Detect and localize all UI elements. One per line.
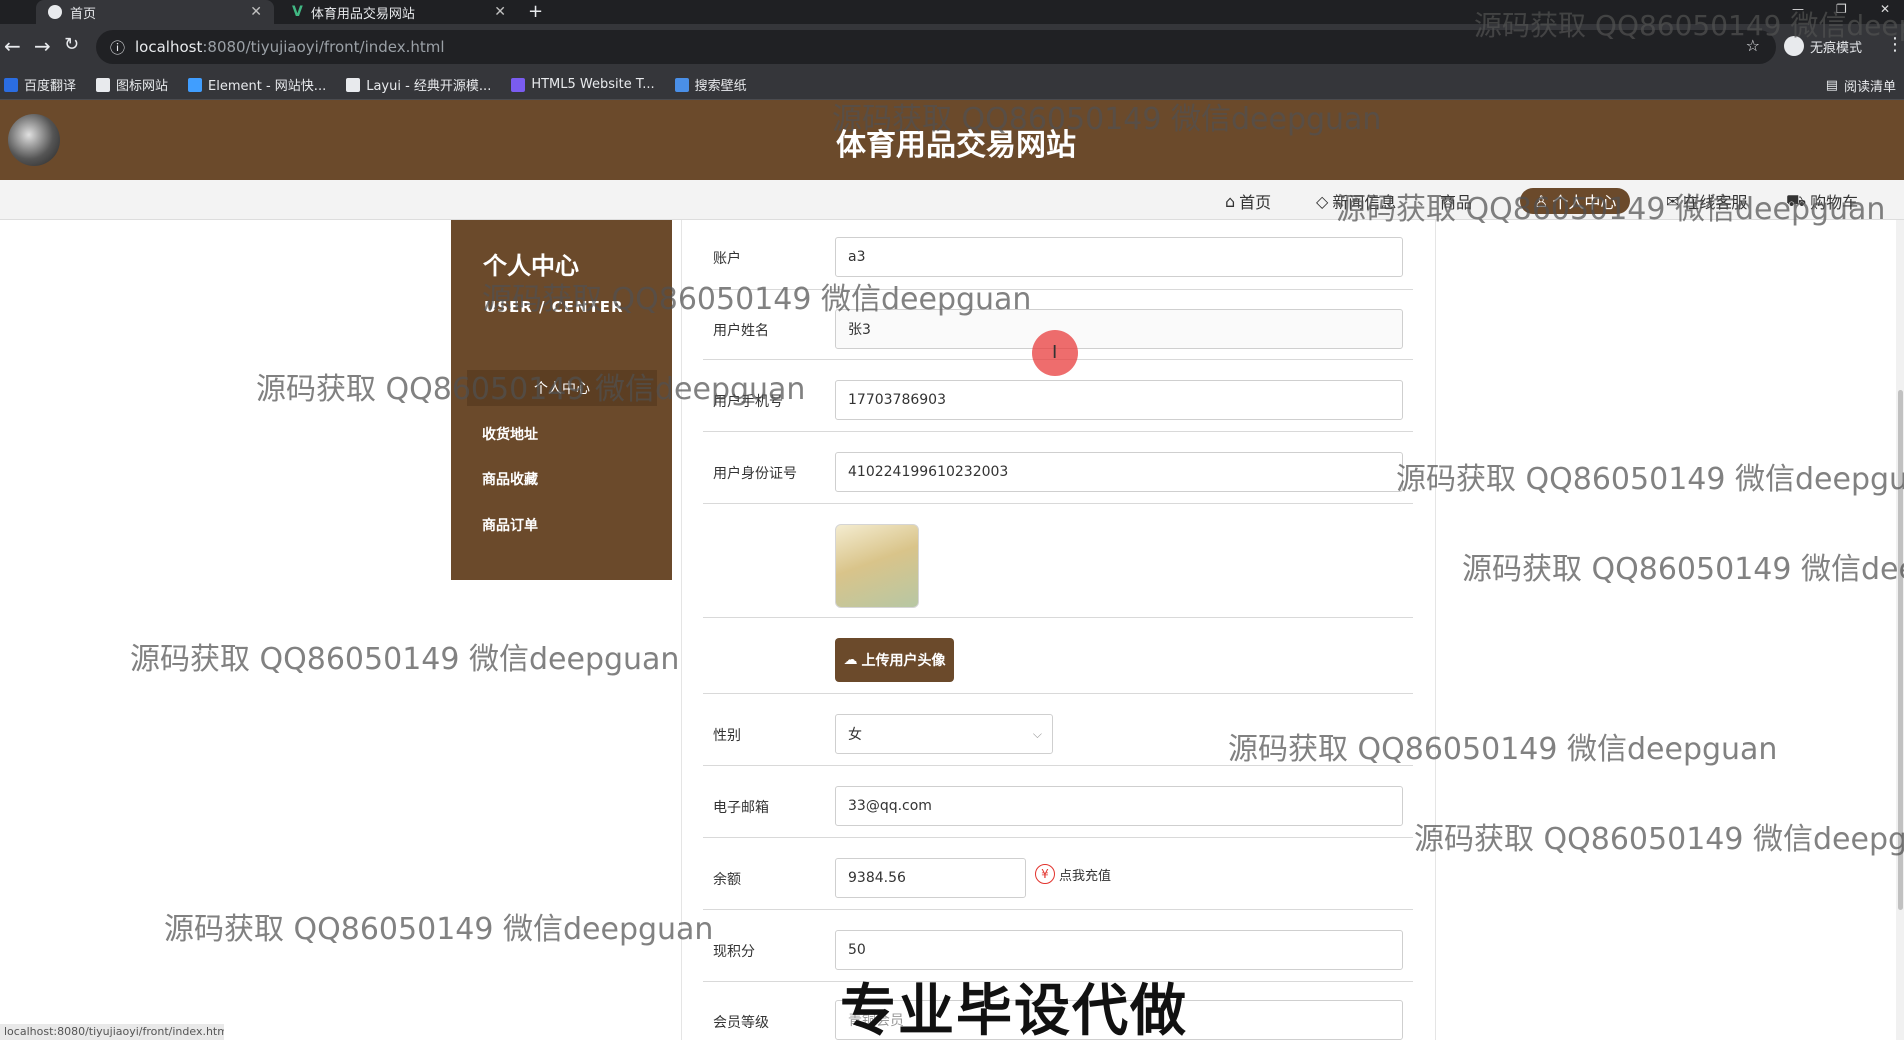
recharge-label: 点我充值 [1059, 868, 1112, 884]
sidebar-item-favorites[interactable]: 商品收藏 [467, 461, 657, 497]
tab-title: 首页 [70, 6, 97, 22]
points-input[interactable]: 50 [835, 930, 1403, 970]
watermark: 源码获取 QQ86050149 微信deepguan [256, 372, 806, 407]
balance-label: 余额 [713, 872, 741, 888]
home-icon: ⌂ [1225, 191, 1236, 211]
watermark: 源码获取 QQ86050149 微信deepguan [1336, 192, 1886, 227]
reading-list[interactable]: ▤ 阅读清单 [1826, 70, 1896, 100]
idcard-input[interactable]: 410224199610232003 [835, 452, 1403, 492]
yen-icon: ¥ [1035, 864, 1055, 884]
recharge-link[interactable]: ¥ 点我充值 [1035, 864, 1111, 884]
bookmark-label: Layui - 经典开源模... [366, 79, 492, 94]
reading-list-label: 阅读清单 [1843, 79, 1896, 95]
info-icon: ⓘ [110, 38, 126, 57]
text-cursor-icon: I [1052, 342, 1058, 363]
phone-input[interactable]: 17703786903 [835, 380, 1403, 420]
form-row-upload [703, 618, 1413, 694]
gender-label: 性别 [713, 728, 741, 744]
watermark: 源码获取 QQ86050149 微信deepguan [482, 282, 1032, 317]
balance-input[interactable]: 9384.56 [835, 858, 1026, 898]
idcard-label: 用户身份证号 [713, 466, 797, 482]
bookmark-label: 图标网站 [116, 79, 169, 94]
forward-icon[interactable]: → [34, 34, 51, 58]
sidebar-item-address[interactable]: 收货地址 [467, 416, 657, 452]
close-icon[interactable]: ✕ [494, 4, 506, 20]
bookmark-item[interactable]: HTML5 Website T... [511, 77, 655, 92]
site-logo[interactable] [8, 114, 60, 166]
icon-site-icon [96, 77, 111, 92]
gender-select[interactable]: 女 ⌵ [835, 714, 1053, 754]
watermark: 源码获取 QQ86050149 微信deepguan [1462, 552, 1904, 587]
watermark: 源码获取 QQ86050149 微信deepguan [1396, 462, 1904, 497]
bookmark-item[interactable]: 图标网站 [96, 75, 168, 94]
upload-avatar-label: 上传用户头像 [861, 653, 946, 669]
watermark: 源码获取 QQ86050149 微信deepguan [832, 102, 1382, 137]
nav-label: 首页 [1239, 193, 1272, 212]
user-avatar [835, 524, 919, 608]
globe-icon [48, 5, 62, 19]
email-label: 电子邮箱 [713, 800, 769, 816]
wallpaper-icon [674, 77, 689, 92]
bookmark-label: 百度翻译 [24, 79, 77, 94]
reload-icon[interactable]: ↻ [64, 34, 79, 55]
new-tab-button[interactable]: + [528, 1, 543, 22]
back-icon[interactable]: ← [4, 34, 21, 58]
bookmark-label: 搜索壁纸 [694, 79, 747, 94]
vue-icon: V [292, 4, 303, 20]
name-label: 用户姓名 [713, 323, 769, 339]
bookmark-label: HTML5 Website T... [531, 77, 655, 92]
watermark: 源码获取 QQ86050149 微信deepguan [1228, 732, 1778, 767]
watermark: 源码获取 QQ86050149 微信deepguan [1414, 822, 1904, 857]
bookmark-label: Element - 网站快... [208, 79, 327, 94]
bookmark-item[interactable]: Layui - 经典开源模... [346, 75, 491, 94]
cloud-upload-icon: ☁ [843, 652, 858, 668]
bookmark-item[interactable]: Element - 网站快... [188, 75, 326, 94]
watermark: 源码获取 QQ86050149 微信deepguan [130, 642, 680, 677]
promo-banner: 专业毕设代做 [840, 979, 1188, 1040]
tab-title: 体育用品交易网站 [310, 6, 415, 22]
bookmark-item[interactable]: 百度翻译 [4, 75, 76, 94]
element-icon [188, 77, 203, 92]
points-label: 现积分 [713, 944, 755, 960]
html5-icon [511, 77, 526, 92]
watermark: 源码获取 QQ86050149 微信deepguan [1474, 9, 1904, 42]
account-label: 账户 [713, 251, 741, 267]
close-icon[interactable]: ✕ [250, 4, 262, 20]
level-label: 会员等级 [713, 1015, 769, 1031]
url-host: localhost [135, 38, 203, 56]
browser-status-url: localhost:8080/tiyujiaoyi/front/index.ht… [0, 1024, 224, 1040]
url-path: :8080/tiyujiaoyi/front/index.html [202, 38, 445, 56]
nav-home[interactable]: ⌂ 首页 [1225, 188, 1271, 214]
account-input[interactable]: a3 [835, 237, 1403, 277]
tab-home[interactable]: 首页 ✕ [36, 0, 274, 24]
chevron-down-icon: ⌵ [1032, 727, 1042, 741]
layui-icon [346, 77, 361, 92]
bookmark-item[interactable]: 搜索壁纸 [674, 75, 747, 94]
sidebar-item-orders[interactable]: 商品订单 [467, 507, 657, 543]
reading-list-icon: ▤ [1825, 77, 1838, 93]
tab-sports-site[interactable]: V 体育用品交易网站 ✕ [280, 0, 518, 24]
gender-value: 女 [848, 727, 862, 743]
upload-avatar-button[interactable]: ☁ 上传用户头像 [835, 638, 954, 682]
translate-icon [4, 77, 18, 92]
watermark: 源码获取 QQ86050149 微信deepguan [164, 912, 714, 947]
tag-icon: ◇ [1316, 191, 1329, 211]
email-input[interactable]: 33@qq.com [835, 786, 1403, 826]
form-row-avatar [703, 504, 1413, 618]
